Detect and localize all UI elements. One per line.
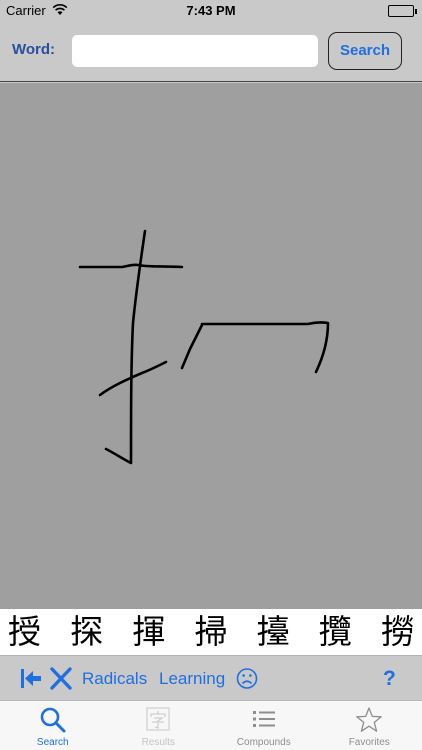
candidate-character[interactable]: 掃 — [194, 609, 227, 655]
tab-bar: Search Results Compounds Favorites — [0, 700, 422, 750]
candidate-character[interactable]: 攬 — [319, 609, 352, 655]
tab-favorites[interactable]: Favorites — [317, 701, 422, 750]
drawing-toolbar: Radicals Learning ? — [0, 655, 422, 700]
handwriting-canvas[interactable] — [0, 83, 422, 609]
tab-search-label: Search — [36, 737, 69, 748]
tab-results[interactable]: Results — [106, 701, 212, 750]
clock: 7:43 PM — [186, 3, 236, 18]
stroke-4 — [180, 323, 204, 370]
undo-stroke-icon[interactable] — [20, 656, 42, 701]
candidate-character[interactable]: 探 — [70, 609, 103, 655]
magnifier-icon — [39, 706, 67, 738]
list-icon — [251, 706, 277, 736]
learning-button[interactable]: Learning — [159, 656, 225, 701]
tab-favorites-label: Favorites — [348, 737, 390, 748]
tab-compounds[interactable]: Compounds — [211, 701, 317, 750]
tab-compounds-label: Compounds — [236, 737, 291, 748]
tab-results-label: Results — [141, 737, 175, 748]
clear-icon[interactable] — [50, 656, 72, 701]
candidate-character[interactable]: 揮 — [132, 609, 165, 655]
word-label: Word: — [12, 41, 56, 58]
tab-search[interactable]: Search — [0, 701, 106, 750]
search-button[interactable]: Search — [328, 32, 402, 70]
stroke-3 — [98, 360, 168, 397]
battery-icon — [388, 5, 417, 17]
candidate-character[interactable]: 授 — [8, 609, 41, 655]
stroke-5 — [200, 321, 330, 374]
candidate-character[interactable]: 擡 — [257, 609, 290, 655]
sad-face-icon[interactable] — [236, 656, 258, 701]
character-card-icon — [145, 706, 171, 736]
help-button[interactable]: ? — [383, 656, 396, 701]
handwritten-strokes — [78, 229, 330, 465]
candidate-strip: 授 探 揮 掃 擡 攬 撈 — [0, 609, 422, 655]
word-input[interactable] — [72, 35, 318, 67]
stroke-1 — [78, 263, 184, 269]
search-header: Word: Search — [0, 22, 422, 82]
candidate-character[interactable]: 撈 — [381, 609, 414, 655]
status-bar: Carrier 7:43 PM — [0, 0, 422, 22]
radicals-button[interactable]: Radicals — [82, 656, 147, 701]
star-icon — [355, 706, 383, 738]
